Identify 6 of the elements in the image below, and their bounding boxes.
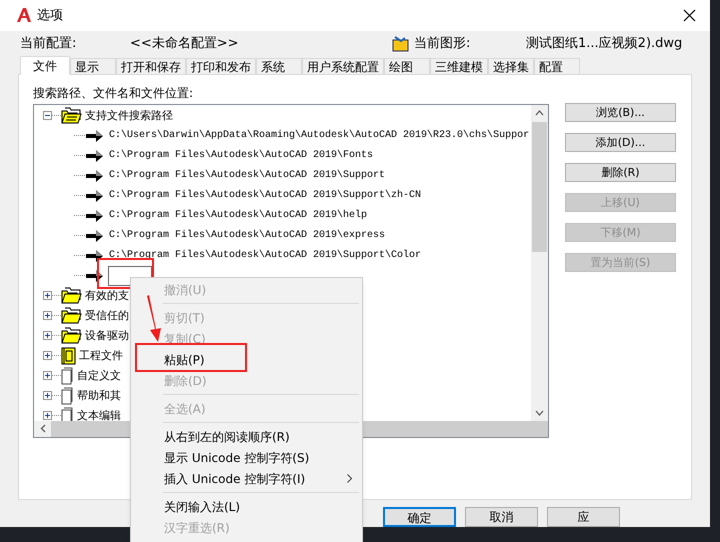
profile-label: 当前配置: (20, 35, 78, 54)
window-title: 选项 (37, 6, 63, 25)
profile-value: <<未命名配置>> (130, 35, 240, 54)
section-label: 搜索路径、文件名和文件位置: (33, 84, 194, 102)
drawing-label: 当前图形: (414, 35, 472, 54)
drawing-value: 测试图纸1...应视频2).dwg (526, 35, 682, 54)
